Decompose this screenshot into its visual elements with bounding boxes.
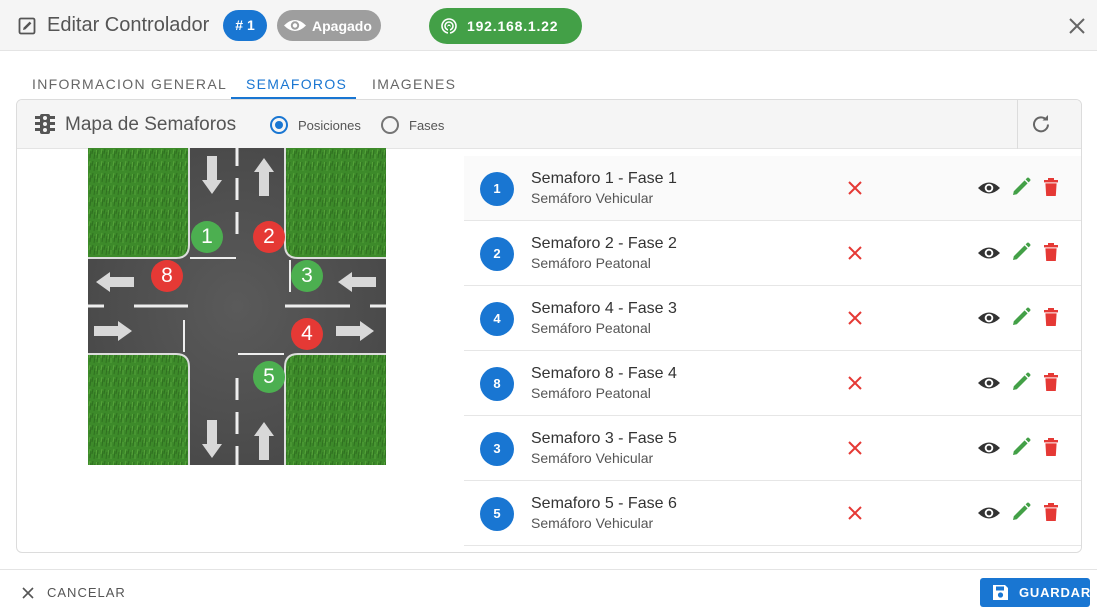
intersection-image	[88, 148, 386, 465]
eye-icon[interactable]	[977, 178, 1001, 203]
x-mark-icon[interactable]	[847, 180, 863, 201]
semaforo-type: Semáforo Vehicular	[531, 450, 654, 466]
refresh-icon[interactable]	[1031, 114, 1051, 134]
semaforo-number-badge: 2	[480, 237, 514, 271]
pencil-icon[interactable]	[1011, 242, 1031, 267]
dialog-header: Editar Controlador # 1 Apagado 192.168.1…	[0, 0, 1097, 51]
dialog-footer: CANCELAR GUARDAR	[0, 569, 1097, 614]
tab-imagenes[interactable]: IMAGENES	[372, 76, 456, 92]
pencil-icon[interactable]	[1011, 502, 1031, 527]
wifi-signal-icon	[441, 18, 457, 34]
pencil-icon[interactable]	[1011, 307, 1031, 332]
semaforo-type: Semáforo Vehicular	[531, 190, 654, 206]
traffic-light-icon	[35, 114, 55, 134]
edit-controller-dialog: Editar Controlador # 1 Apagado 192.168.1…	[0, 0, 1097, 614]
semaforo-title: Semaforo 1 - Fase 1	[531, 170, 677, 187]
cancel-button-label: CANCELAR	[47, 585, 126, 600]
list-item[interactable]: 5 Semaforo 5 - Fase 6 Semáforo Vehicular	[464, 481, 1081, 546]
trash-icon[interactable]	[1043, 502, 1059, 527]
semaforo-number-badge: 3	[480, 432, 514, 466]
status-label: Apagado	[312, 18, 372, 34]
close-icon[interactable]	[1066, 15, 1088, 37]
save-button[interactable]: GUARDAR	[980, 578, 1090, 607]
semaforo-number-badge: 1	[480, 172, 514, 206]
eye-icon[interactable]	[977, 243, 1001, 268]
map-marker-3[interactable]: 3	[291, 260, 323, 292]
map-marker-2[interactable]: 2	[253, 221, 285, 253]
semaforos-panel: Mapa de Semaforos Posiciones Fases 1 2 8…	[16, 99, 1082, 553]
ip-label: 192.168.1.22	[467, 18, 559, 34]
floppy-disk-icon	[993, 585, 1008, 600]
intersection-map: 1 2 8 3 4 5	[88, 148, 386, 465]
list-item[interactable]: 4 Semaforo 4 - Fase 3 Semáforo Peatonal	[464, 286, 1081, 351]
x-mark-icon[interactable]	[847, 505, 863, 526]
radio-posiciones-label: Posiciones	[298, 118, 361, 133]
semaforo-title: Semaforo 3 - Fase 5	[531, 430, 677, 447]
map-marker-4[interactable]: 4	[291, 318, 323, 350]
eye-icon[interactable]	[977, 308, 1001, 333]
trash-icon[interactable]	[1043, 372, 1059, 397]
status-badge: Apagado	[277, 10, 381, 41]
trash-icon[interactable]	[1043, 437, 1059, 462]
close-icon	[22, 587, 34, 599]
trash-icon[interactable]	[1043, 307, 1059, 332]
x-mark-icon[interactable]	[847, 310, 863, 331]
controller-number-badge: # 1	[223, 10, 267, 41]
x-mark-icon[interactable]	[847, 440, 863, 461]
x-mark-icon[interactable]	[847, 375, 863, 396]
pencil-icon[interactable]	[1011, 437, 1031, 462]
edit-square-icon	[18, 17, 36, 35]
eye-icon[interactable]	[977, 503, 1001, 528]
panel-toolbar: Mapa de Semaforos Posiciones Fases	[17, 100, 1081, 149]
map-marker-8[interactable]: 8	[151, 260, 183, 292]
radio-fases-label: Fases	[409, 118, 445, 133]
list-item[interactable]: 1 Semaforo 1 - Fase 1 Semáforo Vehicular	[464, 156, 1081, 221]
semaforo-type: Semáforo Peatonal	[531, 320, 651, 336]
eye-icon[interactable]	[977, 438, 1001, 463]
semaforo-type: Semáforo Peatonal	[531, 385, 651, 401]
eye-icon	[284, 20, 306, 31]
save-button-label: GUARDAR	[1019, 585, 1092, 600]
trash-icon[interactable]	[1043, 177, 1059, 202]
map-marker-5[interactable]: 5	[253, 361, 285, 393]
semaforo-number-badge: 8	[480, 367, 514, 401]
semaforo-type: Semáforo Peatonal	[531, 255, 651, 271]
list-item[interactable]: 8 Semaforo 8 - Fase 4 Semáforo Peatonal	[464, 351, 1081, 416]
radio-posiciones[interactable]	[270, 116, 288, 134]
semaforo-type: Semáforo Vehicular	[531, 515, 654, 531]
radio-fases[interactable]	[381, 116, 399, 134]
list-item[interactable]: 2 Semaforo 2 - Fase 2 Semáforo Peatonal	[464, 221, 1081, 286]
tab-informacion-general[interactable]: INFORMACION GENERAL	[32, 76, 227, 92]
pencil-icon[interactable]	[1011, 372, 1031, 397]
semaforo-title: Semaforo 8 - Fase 4	[531, 365, 677, 382]
trash-icon[interactable]	[1043, 242, 1059, 267]
semaforo-title: Semaforo 2 - Fase 2	[531, 235, 677, 252]
semaforos-list: 1 Semaforo 1 - Fase 1 Semáforo Vehicular 2 S…	[464, 156, 1081, 552]
ip-badge: 192.168.1.22	[429, 8, 582, 44]
semaforo-number-badge: 4	[480, 302, 514, 336]
panel-title: Mapa de Semaforos	[65, 114, 237, 135]
map-marker-1[interactable]: 1	[191, 221, 223, 253]
pencil-icon[interactable]	[1011, 177, 1031, 202]
eye-icon[interactable]	[977, 373, 1001, 398]
list-item[interactable]: 3 Semaforo 3 - Fase 5 Semáforo Vehicular	[464, 416, 1081, 481]
semaforo-title: Semaforo 5 - Fase 6	[531, 495, 677, 512]
semaforo-number-badge: 5	[480, 497, 514, 531]
semaforo-title: Semaforo 4 - Fase 3	[531, 300, 677, 317]
dialog-title: Editar Controlador	[47, 14, 210, 36]
toolbar-divider	[1017, 100, 1018, 149]
tab-semaforos[interactable]: SEMAFOROS	[246, 76, 347, 92]
x-mark-icon[interactable]	[847, 245, 863, 266]
